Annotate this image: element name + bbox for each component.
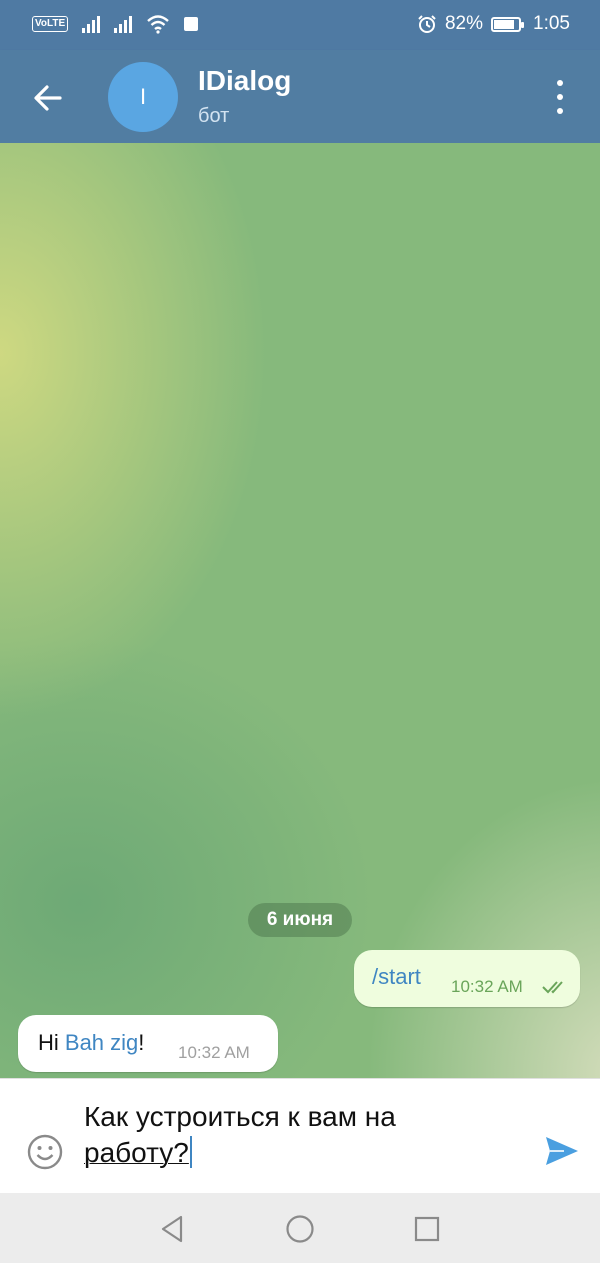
more-options-icon[interactable] (548, 80, 572, 114)
text-caret (189, 1136, 192, 1168)
chat-title[interactable]: IDialog (198, 65, 291, 97)
battery-icon (491, 16, 525, 32)
outgoing-message[interactable]: /start 10:32 AM (354, 950, 580, 1007)
chat-subtitle: бот (198, 105, 230, 127)
recents-square-icon[interactable] (411, 1213, 443, 1245)
emoji-icon[interactable] (26, 1133, 64, 1171)
notification-icon (184, 17, 199, 31)
volte-icon: VoLTE (32, 16, 69, 32)
mention-link[interactable]: Bah zig (65, 1030, 138, 1055)
signal-icon (82, 15, 101, 33)
wifi-icon (147, 15, 169, 34)
back-arrow-icon[interactable] (28, 78, 68, 118)
chat-area[interactable]: 6 июня /start 10:32 AM Hi Bah zig! 10:32… (0, 143, 600, 1078)
status-bar: VoLTE 82% 1:05 (0, 0, 600, 50)
back-triangle-icon[interactable] (157, 1213, 189, 1245)
message-input-line-2[interactable]: работу? (84, 1137, 189, 1168)
message-input[interactable]: Как устроиться к вам на работу? (84, 1099, 524, 1171)
chat-header: I IDialog бот (0, 50, 600, 143)
date-chip: 6 июня (248, 903, 352, 937)
system-nav-bar (0, 1193, 600, 1263)
composer-bar: Как устроиться к вам на работу? (0, 1078, 600, 1193)
signal-icon-2 (114, 15, 133, 33)
message-time: 10:32 AM (451, 977, 523, 996)
send-icon[interactable] (544, 1133, 580, 1169)
message-text[interactable]: /start (372, 964, 421, 990)
home-circle-icon[interactable] (284, 1213, 316, 1245)
double-check-icon (542, 981, 563, 994)
incoming-message[interactable]: Hi Bah zig! 10:32 AM (18, 1015, 278, 1072)
clock: 1:05 (533, 13, 570, 34)
battery-percent: 82% (444, 13, 484, 34)
alarm-icon (418, 15, 436, 33)
message-input-line-1[interactable]: Как устроиться к вам на (84, 1099, 524, 1135)
message-text: Hi Bah zig! (38, 1030, 145, 1055)
message-time: 10:32 AM (178, 1043, 250, 1062)
avatar[interactable]: I (108, 62, 178, 132)
